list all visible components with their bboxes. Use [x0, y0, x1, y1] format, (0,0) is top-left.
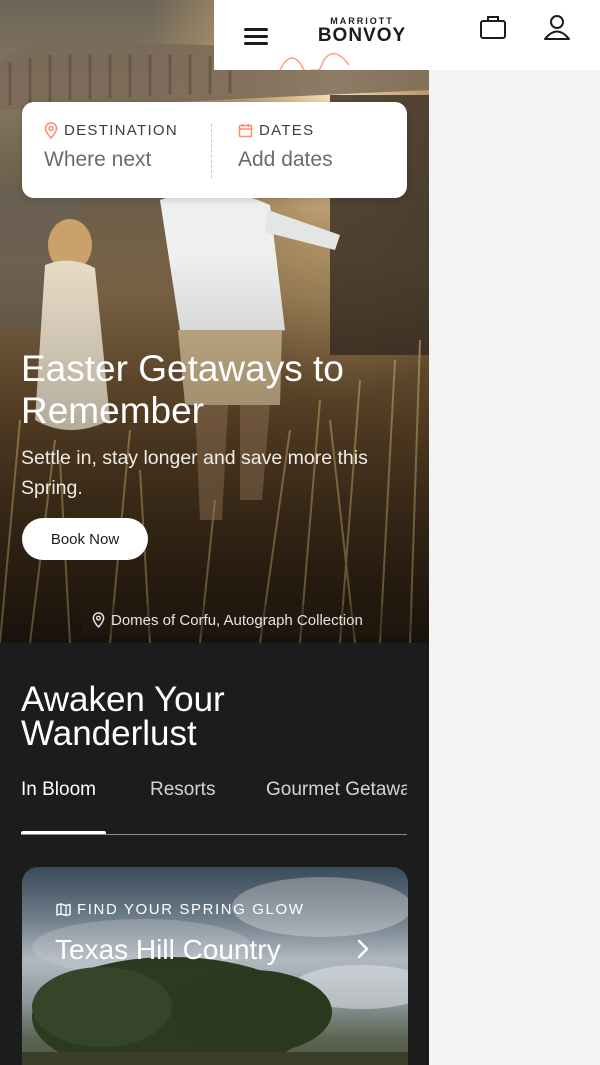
- dates-field[interactable]: DATES Add dates: [238, 122, 388, 182]
- location-pin-icon: [92, 612, 105, 628]
- tab-in-bloom[interactable]: In Bloom: [21, 779, 96, 801]
- destination-label: DESTINATION: [64, 122, 179, 139]
- chevron-right-icon[interactable]: [352, 937, 374, 961]
- mobile-viewport: DESTINATION Where next DATES Add dates E…: [0, 0, 429, 1065]
- section-title: Awaken Your Wanderlust: [21, 680, 225, 753]
- destination-label-row: DESTINATION: [44, 122, 209, 139]
- marriott-bonvoy-logo[interactable]: MARRIOTT BONVOY: [310, 16, 414, 52]
- destination-field[interactable]: DESTINATION Where next: [44, 122, 209, 182]
- site-header: MARRIOTT BONVOY: [214, 0, 600, 70]
- inspiration-section: Awaken Your Wanderlust In Bloom Resorts …: [0, 643, 429, 1065]
- card-kicker-text: FIND YOUR SPRING GLOW: [77, 901, 305, 918]
- hero-subtitle: Settle in, stay longer and save more thi…: [21, 447, 368, 499]
- hero-banner: DESTINATION Where next DATES Add dates E…: [0, 0, 429, 643]
- hotel-location-text: Domes of Corfu, Autograph Collection: [111, 611, 363, 629]
- tab-resorts[interactable]: Resorts: [150, 779, 215, 801]
- map-icon: [56, 903, 71, 916]
- brand-big: BONVOY: [317, 25, 407, 46]
- card-overlay: [22, 867, 408, 1065]
- card-kicker: FIND YOUR SPRING GLOW: [56, 901, 305, 918]
- location-pin-icon: [44, 122, 58, 139]
- dates-placeholder: Add dates: [238, 148, 333, 171]
- calendar-icon: [238, 124, 253, 138]
- card-title: Texas Hill Country: [55, 934, 281, 965]
- search-card: DESTINATION Where next DATES Add dates: [22, 102, 407, 198]
- book-now-button[interactable]: Book Now: [22, 518, 148, 560]
- search-divider: [211, 124, 212, 178]
- briefcase-icon[interactable]: [478, 12, 508, 42]
- destination-placeholder: Where next: [44, 148, 152, 171]
- category-tabs: In Bloom Resorts Gourmet Getaways: [21, 775, 407, 835]
- dates-label-row: DATES: [238, 122, 388, 139]
- hotel-location-tag[interactable]: Domes of Corfu, Autograph Collection: [82, 605, 411, 635]
- hero-title: Easter Getaways to Remember: [21, 348, 344, 431]
- tab-gourmet-getaways[interactable]: Gourmet Getaways: [266, 779, 407, 801]
- dates-label: DATES: [259, 122, 315, 139]
- hamburger-menu-icon[interactable]: [244, 26, 270, 46]
- destination-card[interactable]: FIND YOUR SPRING GLOW Texas Hill Country: [22, 867, 408, 1065]
- active-tab-indicator: [21, 831, 106, 834]
- user-icon[interactable]: [542, 12, 572, 42]
